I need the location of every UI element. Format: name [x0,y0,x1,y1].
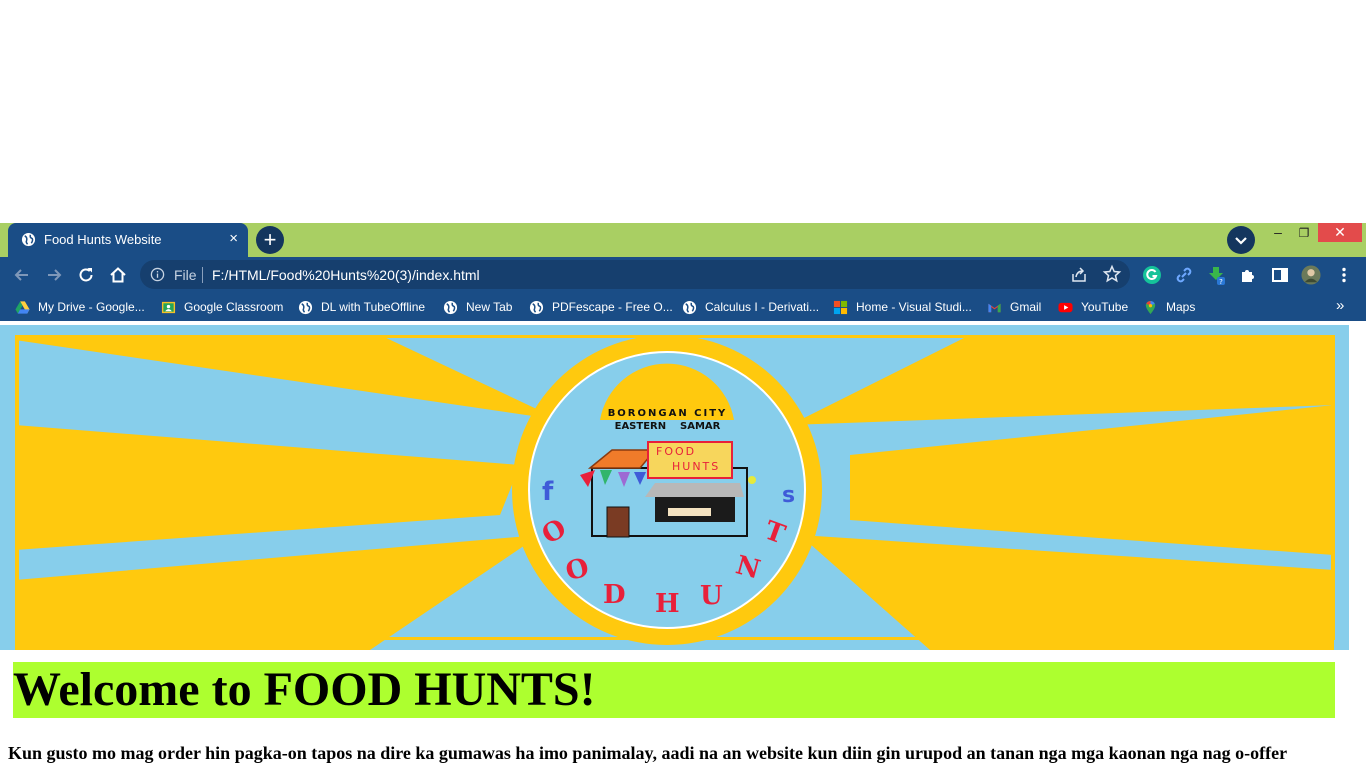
bookmark-visual-studio[interactable]: Home - Visual Studi... [833,298,972,316]
logo-ring-letter: T [760,515,789,551]
bookmark-google-classroom[interactable]: Google Classroom [161,298,283,316]
address-bar[interactable]: File F:/HTML/Food%20Hunts%20(3)/index.ht… [140,260,1130,289]
globe-icon [529,300,544,314]
bookmark-new-tab[interactable]: New Tab [443,298,512,316]
google-classroom-icon [161,301,176,313]
bookmark-dl-with-tubeoffline[interactable]: DL with TubeOffline [298,298,425,316]
tab-search-button[interactable] [1227,226,1255,254]
info-icon[interactable] [150,267,165,282]
youtube-icon [1058,302,1073,312]
bookmark-label: Google Classroom [184,300,284,314]
google-drive-icon [15,300,30,314]
logo-sign-line-1: FOOD [656,445,697,458]
minimize-button[interactable]: – [1268,223,1288,245]
globe-icon [443,300,458,314]
puzzle-icon[interactable] [1238,265,1258,285]
bookmark-label: Home - Visual Studi... [856,300,972,314]
bookmark-calculus[interactable]: Calculus I - Derivati... [682,298,819,316]
globe-icon [21,232,36,247]
logo-ring-letter: f [542,477,554,507]
back-arrow-icon[interactable] [12,265,32,285]
logo-sub-line: EASTERN SAMAR [614,421,721,432]
bookmark-label: My Drive - Google... [38,300,145,314]
bookmark-label: Calculus I - Derivati... [705,300,820,314]
new-tab-button[interactable]: + [256,226,284,254]
logo-sign-line-2: HUNTS [672,460,721,473]
welcome-heading-box: Welcome to FOOD HUNTS! [8,657,1341,723]
side-panel-icon[interactable] [1270,265,1290,285]
logo-top-line: BORONGAN CITY [607,408,728,419]
reload-icon[interactable] [76,265,96,285]
grammarly-icon[interactable] [1142,265,1162,285]
bookmark-pdfescape[interactable]: PDFescape - Free O... [529,298,673,316]
bookmark-youtube[interactable]: YouTube [1058,298,1128,316]
logo-ring-letter: H [655,589,680,619]
bookmarks-overflow-icon[interactable]: » [1336,297,1344,314]
restore-button[interactable]: ❐ [1294,223,1314,245]
close-window-button[interactable]: ✕ [1318,223,1362,242]
blank-area [0,0,1366,223]
url-text[interactable]: F:/HTML/Food%20Hunts%20(3)/index.html [212,267,480,283]
chevron-down-icon [1235,237,1247,245]
globe-icon [298,300,313,314]
gmail-icon [988,303,1001,312]
browser-toolbar: File F:/HTML/Food%20Hunts%20(3)/index.ht… [0,257,1366,293]
bookmark-label: Maps [1166,300,1196,314]
web-page: BORONGAN CITY EASTERN SAMAR FOOD HUNTS f… [0,321,1366,768]
tab-food-hunts[interactable]: Food Hunts Website × [8,223,248,257]
globe-icon [682,300,697,314]
menu-kebab-icon[interactable] [1334,265,1354,285]
intro-paragraph: Kun gusto mo mag order hin pagka-on tapo… [8,743,1288,763]
bookmark-maps[interactable]: Maps [1143,298,1195,316]
logo-ring-letter: s [782,483,796,508]
divider [202,267,203,283]
bookmark-my-drive[interactable]: My Drive - Google... [15,298,145,316]
bookmark-gmail[interactable]: Gmail [987,298,1041,316]
link-icon[interactable] [1174,265,1194,285]
logo-ring-letter: D [603,580,626,610]
bookmark-label: PDFescape - Free O... [552,300,673,314]
welcome-heading-bg: Welcome to FOOD HUNTS! [13,662,1335,718]
bookmark-label: YouTube [1081,300,1129,314]
logo-ring-letter: N [732,550,764,586]
logo-ring-letter: U [700,581,723,611]
bookmark-label: DL with TubeOffline [321,300,426,314]
bookmarks-bar: My Drive - Google... Google Classroom DL… [0,293,1366,321]
logo-ring-letter: O [537,513,572,551]
page-title: Welcome to FOOD HUNTS! [13,663,596,716]
svg-text:?: ? [1219,278,1223,285]
google-maps-icon [1145,300,1156,314]
bookmark-label: New Tab [466,300,513,314]
browser-titlebar: Food Hunts Website × + – ❐ ✕ [0,223,1366,257]
star-icon[interactable] [1102,264,1122,284]
download-extension-icon[interactable]: ? [1206,265,1226,285]
microsoft-icon [833,300,848,314]
bookmark-label: Gmail [1010,300,1042,314]
profile-avatar-icon[interactable] [1301,265,1321,285]
logo-text-layer: BORONGAN CITY EASTERN SAMAR FOOD HUNTS f… [0,325,1349,650]
scheme-label: File [174,267,197,283]
tab-title: Food Hunts Website [44,232,162,247]
share-icon[interactable] [1070,266,1088,284]
tab-close-icon[interactable]: × [229,231,238,247]
logo-ring-letter: O [562,552,593,588]
home-icon[interactable] [108,265,128,285]
forward-arrow-icon[interactable] [44,265,64,285]
